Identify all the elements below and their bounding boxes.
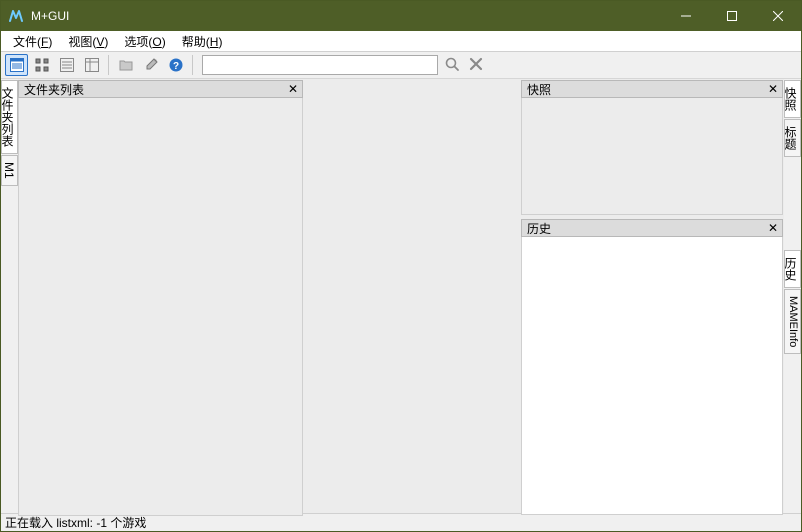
panel-folder-list-body[interactable] xyxy=(18,98,303,516)
title-bar: M+GUI xyxy=(1,1,801,31)
tab-snapshot[interactable]: 快照 xyxy=(784,80,801,118)
status-text: 正在载入 listxml: -1 个游戏 xyxy=(5,514,146,531)
open-folder-button[interactable] xyxy=(114,54,137,76)
panel-folder-list-close[interactable]: ✕ xyxy=(286,82,300,96)
tab-mameinfo[interactable]: MAMEInfo xyxy=(784,289,801,354)
close-icon: ✕ xyxy=(768,83,778,95)
panel-snapshot-header[interactable]: 快照 ✕ xyxy=(521,80,783,98)
panel-history-header[interactable]: 历史 ✕ xyxy=(521,219,783,237)
panel-snapshot-body[interactable] xyxy=(521,98,783,215)
search-icon xyxy=(444,56,460,75)
tab-m1[interactable]: M1 xyxy=(1,155,18,186)
maximize-button[interactable] xyxy=(709,1,755,31)
search-group xyxy=(202,55,486,75)
search-button[interactable] xyxy=(442,55,462,75)
about-button[interactable]: ? xyxy=(164,54,187,76)
view-details-button[interactable] xyxy=(80,54,103,76)
menu-help[interactable]: 帮助(H) xyxy=(174,31,231,52)
left-tab-strip: 文件夹列表 M1 xyxy=(1,79,18,513)
tab-folder-list[interactable]: 文件夹列表 xyxy=(1,80,18,154)
close-icon xyxy=(469,57,483,74)
panel-folder-list-title: 文件夹列表 xyxy=(24,81,286,98)
close-button[interactable] xyxy=(755,1,801,31)
close-icon: ✕ xyxy=(768,222,778,234)
panel-snapshot-title: 快照 xyxy=(527,81,766,98)
menu-options[interactable]: 选项(O) xyxy=(116,31,173,52)
minimize-button[interactable] xyxy=(663,1,709,31)
view-small-icons-button[interactable] xyxy=(30,54,53,76)
view-list-button[interactable] xyxy=(55,54,78,76)
menu-file[interactable]: 文件(F) xyxy=(5,31,60,52)
tab-history[interactable]: 历史 xyxy=(784,250,801,288)
panel-history-body[interactable] xyxy=(521,237,783,515)
panel-folder-list: 文件夹列表 ✕ xyxy=(18,80,303,516)
window-title: M+GUI xyxy=(31,9,69,23)
tab-title[interactable]: 标题 xyxy=(784,119,801,157)
panel-snapshot: 快照 ✕ xyxy=(521,80,783,215)
search-input[interactable] xyxy=(202,55,438,75)
center-region: 文件夹列表 ✕ 快照 ✕ 历史 ✕ xyxy=(18,79,784,513)
toolbar-separator xyxy=(108,55,109,75)
right-tab-strip: 快照 标题 历史 MAMEInfo xyxy=(784,79,801,513)
panel-history-title: 历史 xyxy=(527,220,766,237)
panel-snapshot-close[interactable]: ✕ xyxy=(766,82,780,96)
view-large-icons-button[interactable] xyxy=(5,54,28,76)
settings-button[interactable] xyxy=(139,54,162,76)
toolbar: ? xyxy=(1,52,801,79)
panel-history: 历史 ✕ xyxy=(521,219,783,515)
app-icon xyxy=(9,8,25,24)
panel-history-close[interactable]: ✕ xyxy=(766,221,780,235)
svg-text:?: ? xyxy=(172,61,178,72)
work-area: 文件夹列表 M1 文件夹列表 ✕ 快照 ✕ xyxy=(1,79,801,513)
close-icon: ✕ xyxy=(288,83,298,95)
menu-view[interactable]: 视图(V) xyxy=(60,31,116,52)
clear-search-button[interactable] xyxy=(466,55,486,75)
panel-folder-list-header[interactable]: 文件夹列表 ✕ xyxy=(18,80,303,98)
toolbar-separator xyxy=(192,55,193,75)
menu-bar: 文件(F) 视图(V) 选项(O) 帮助(H) xyxy=(1,31,801,52)
tab-spacer xyxy=(784,157,801,249)
